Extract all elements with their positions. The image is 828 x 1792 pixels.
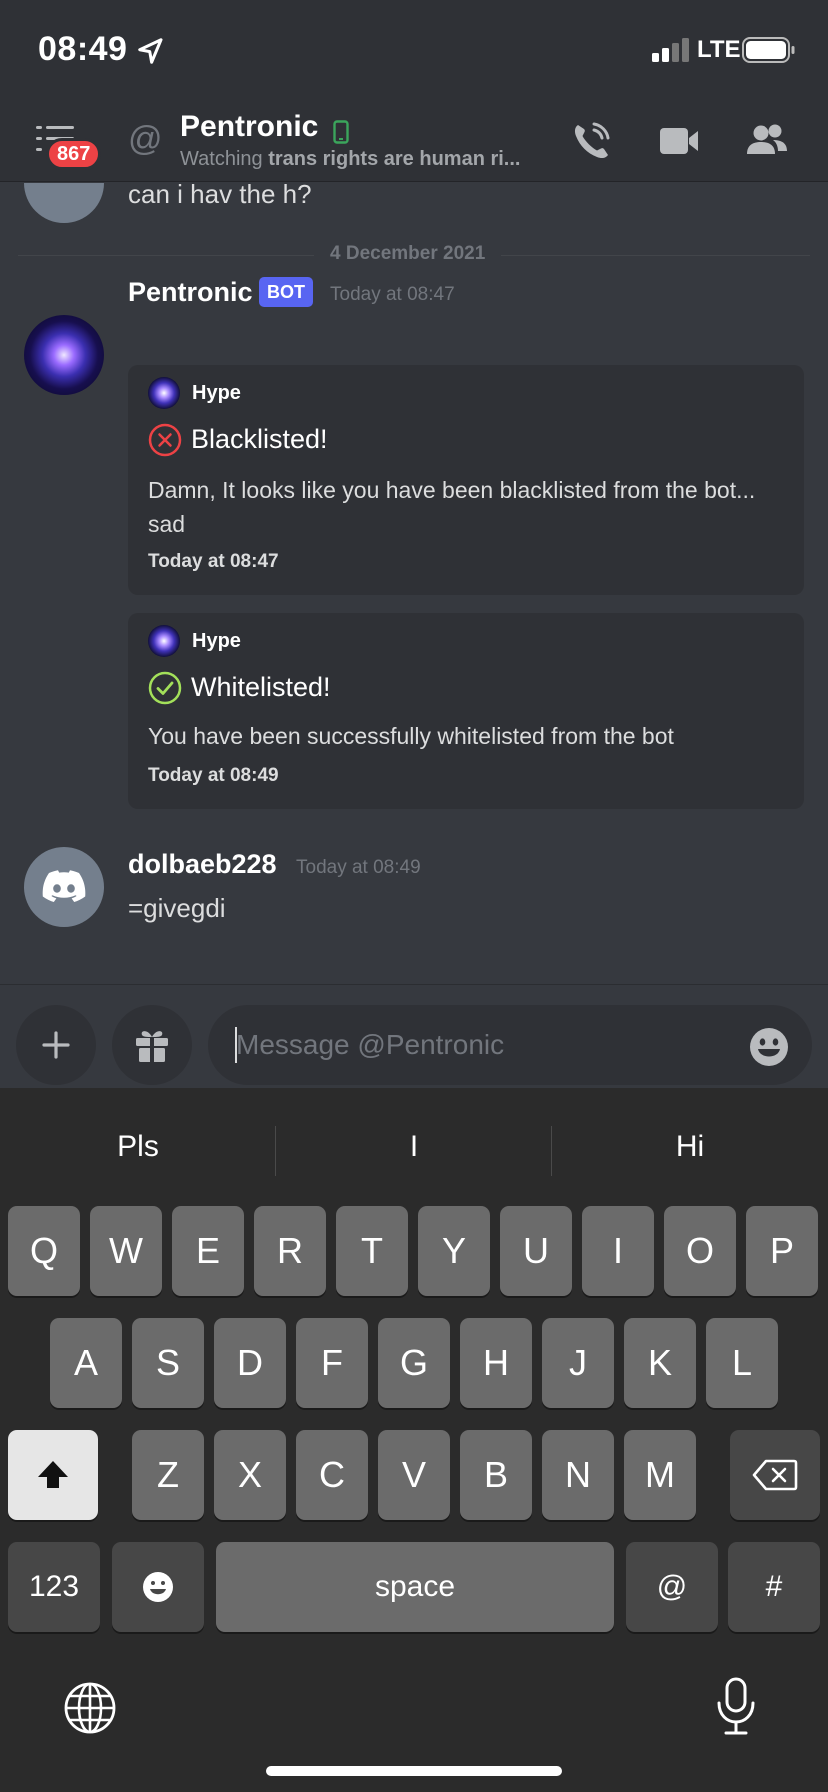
emoji-face-icon xyxy=(143,1572,173,1602)
suggestion-3[interactable]: Hi xyxy=(570,1130,810,1164)
bot-tag: BOT xyxy=(259,277,313,307)
suggestion-divider xyxy=(551,1126,552,1176)
home-indicator xyxy=(266,1766,562,1776)
video-icon[interactable] xyxy=(656,118,702,164)
battery-icon xyxy=(742,37,795,63)
message-author[interactable]: dolbaeb228 xyxy=(128,849,277,880)
suggestion-1[interactable]: Pls xyxy=(18,1130,258,1164)
embed-card: Hype Blacklisted! Damn, It looks like yo… xyxy=(128,365,804,595)
key-u[interactable]: U xyxy=(500,1206,572,1296)
message-timestamp: Today at 08:47 xyxy=(330,284,455,305)
globe-icon[interactable] xyxy=(62,1680,118,1736)
embed-footer: Today at 08:49 xyxy=(148,765,279,786)
members-icon[interactable] xyxy=(744,118,790,164)
embed-title: Whitelisted! xyxy=(191,672,331,702)
message-list[interactable]: can i hav the h? 4 December 2021 Pentron… xyxy=(0,183,828,984)
key-s[interactable]: S xyxy=(132,1318,204,1408)
key-m[interactable]: M xyxy=(624,1430,696,1520)
avatar[interactable] xyxy=(24,847,104,927)
space-key[interactable]: space xyxy=(216,1542,614,1632)
activity-prefix: Watching xyxy=(180,148,269,170)
backspace-icon xyxy=(752,1459,798,1491)
previous-message-text: can i hav the h? xyxy=(128,183,312,209)
key-w[interactable]: W xyxy=(90,1206,162,1296)
message-timestamp: Today at 08:49 xyxy=(296,857,421,878)
add-attachment-button[interactable] xyxy=(16,1005,96,1085)
mobile-icon xyxy=(333,120,349,144)
key-a[interactable]: A xyxy=(50,1318,122,1408)
numbers-key[interactable]: 123 xyxy=(8,1542,100,1632)
dm-activity-status: Watching trans rights are human ri... xyxy=(180,148,530,171)
gift-icon xyxy=(136,1031,168,1062)
message-author[interactable]: Pentronic xyxy=(128,277,253,308)
key-f[interactable]: F xyxy=(296,1318,368,1408)
microphone-icon[interactable] xyxy=(714,1676,758,1736)
signal-bars-icon xyxy=(652,38,689,62)
key-z[interactable]: Z xyxy=(132,1430,204,1520)
key-o[interactable]: O xyxy=(664,1206,736,1296)
shift-key[interactable] xyxy=(8,1430,98,1520)
channel-name[interactable]: Pentronic xyxy=(180,110,318,144)
key-b[interactable]: B xyxy=(460,1430,532,1520)
message-composer xyxy=(0,984,828,1088)
key-v[interactable]: V xyxy=(378,1430,450,1520)
dm-header: 867 @ Pentronic Watching trans rights ar… xyxy=(0,100,828,182)
location-arrow-icon xyxy=(138,38,163,64)
discord-logo-icon xyxy=(42,870,86,902)
text-caret xyxy=(235,1027,237,1063)
network-type: LTE xyxy=(697,36,741,63)
at-key[interactable]: @ xyxy=(626,1542,718,1632)
embed-card: Hype Whitelisted! You have been successf… xyxy=(128,613,804,809)
key-x[interactable]: X xyxy=(214,1430,286,1520)
key-r[interactable]: R xyxy=(254,1206,326,1296)
key-e[interactable]: E xyxy=(172,1206,244,1296)
key-k[interactable]: K xyxy=(624,1318,696,1408)
key-i[interactable]: I xyxy=(582,1206,654,1296)
suggestion-divider xyxy=(275,1126,276,1176)
message-input[interactable] xyxy=(208,1005,812,1085)
emoji-key[interactable] xyxy=(112,1542,204,1632)
call-icon[interactable] xyxy=(568,118,614,164)
key-q[interactable]: Q xyxy=(8,1206,80,1296)
avatar[interactable] xyxy=(24,183,104,223)
avatar[interactable] xyxy=(24,315,104,395)
on-screen-keyboard: Pls I Hi Q W E R T Y U I O P A S D F G H… xyxy=(0,1088,828,1792)
hash-key[interactable]: # xyxy=(728,1542,820,1632)
key-l[interactable]: L xyxy=(706,1318,778,1408)
embed-description: You have been successfully whitelisted f… xyxy=(148,723,674,749)
key-d[interactable]: D xyxy=(214,1318,286,1408)
key-g[interactable]: G xyxy=(378,1318,450,1408)
embed-description: Damn, It looks like you have been blackl… xyxy=(148,477,756,537)
key-y[interactable]: Y xyxy=(418,1206,490,1296)
status-time: 08:49 xyxy=(38,30,128,68)
plus-icon xyxy=(42,1031,70,1059)
activity-name: trans rights are human ri... xyxy=(268,148,521,170)
embed-footer: Today at 08:47 xyxy=(148,551,279,572)
key-c[interactable]: C xyxy=(296,1430,368,1520)
status-bar: 08:49 LTE xyxy=(0,0,828,100)
gift-button[interactable] xyxy=(112,1005,192,1085)
date-divider: 4 December 2021 xyxy=(314,243,502,265)
embed-author: Hype xyxy=(192,382,241,404)
embed-title: Blacklisted! xyxy=(191,424,328,454)
check-circle-icon xyxy=(148,671,182,705)
shift-arrow-icon xyxy=(38,1461,68,1488)
suggestion-2[interactable]: I xyxy=(294,1130,534,1164)
backspace-key[interactable] xyxy=(730,1430,820,1520)
key-j[interactable]: J xyxy=(542,1318,614,1408)
key-p[interactable]: P xyxy=(746,1206,818,1296)
embed-author: Hype xyxy=(192,630,241,652)
key-h[interactable]: H xyxy=(460,1318,532,1408)
at-icon: @ xyxy=(128,120,163,158)
key-n[interactable]: N xyxy=(542,1430,614,1520)
message-text: =givegdi xyxy=(128,893,226,923)
embed-author-avatar xyxy=(148,625,180,657)
x-circle-icon xyxy=(148,423,182,457)
unread-badge: 867 xyxy=(46,138,102,170)
key-t[interactable]: T xyxy=(336,1206,408,1296)
emoji-icon[interactable] xyxy=(748,1026,790,1068)
embed-author-avatar xyxy=(148,377,180,409)
